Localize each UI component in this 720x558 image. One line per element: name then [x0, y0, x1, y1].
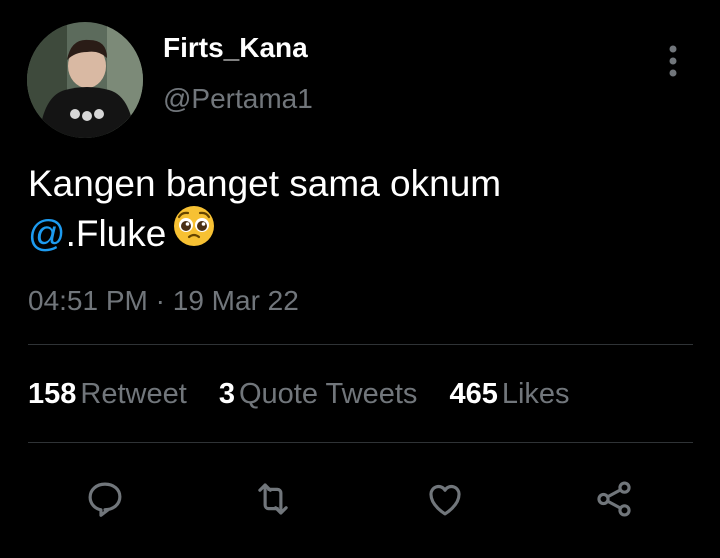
- more-vertical-icon: [669, 45, 677, 77]
- tweet-date: 19 Mar 22: [172, 285, 299, 316]
- avatar-photo: [27, 22, 143, 138]
- tweet-stats: 158 Retweet 3 Quote Tweets 465 Likes: [28, 378, 594, 411]
- quote-label: Quote Tweets: [238, 378, 418, 410]
- retweet-icon: [258, 483, 288, 515]
- mention-link[interactable]: @: [28, 213, 66, 254]
- divider: [28, 344, 693, 345]
- retweets-stat[interactable]: 158 Retweet: [28, 378, 187, 410]
- timestamp-separator: ·: [155, 285, 165, 316]
- tweet-timestamp[interactable]: 04:51 PM · 19 Mar 22: [28, 285, 299, 317]
- tweet-text-line: Kangen banget sama oknum: [28, 163, 502, 204]
- reply-button[interactable]: [82, 476, 128, 522]
- share-icon: [597, 481, 631, 517]
- author-handle[interactable]: @Pertama1: [163, 83, 313, 115]
- tweet-time: 04:51 PM: [28, 285, 148, 316]
- like-icon: [429, 485, 461, 516]
- tweet-text-line: @.Fluke: [28, 206, 688, 264]
- divider: [28, 442, 693, 443]
- quote-count: 3: [218, 378, 235, 410]
- tweet-text: Kangen banget sama oknum @.Fluke: [28, 160, 688, 264]
- like-count: 465: [449, 378, 498, 410]
- reply-icon: [88, 482, 122, 517]
- author-display-name[interactable]: Firts_Kana: [163, 32, 308, 64]
- pleading-face-emoji-icon: [172, 204, 216, 260]
- likes-stat[interactable]: 465 Likes: [449, 378, 569, 410]
- quotes-stat[interactable]: 3 Quote Tweets: [219, 378, 418, 410]
- retweet-label: Retweet: [80, 378, 187, 410]
- tweet-text-fragment: .Fluke: [65, 212, 167, 254]
- retweet-button[interactable]: [250, 476, 296, 522]
- avatar[interactable]: [27, 22, 143, 138]
- retweet-count: 158: [28, 378, 77, 410]
- share-button[interactable]: [591, 476, 637, 522]
- like-label: Likes: [501, 378, 570, 410]
- like-button[interactable]: [422, 476, 468, 522]
- more-options-button[interactable]: [656, 40, 690, 82]
